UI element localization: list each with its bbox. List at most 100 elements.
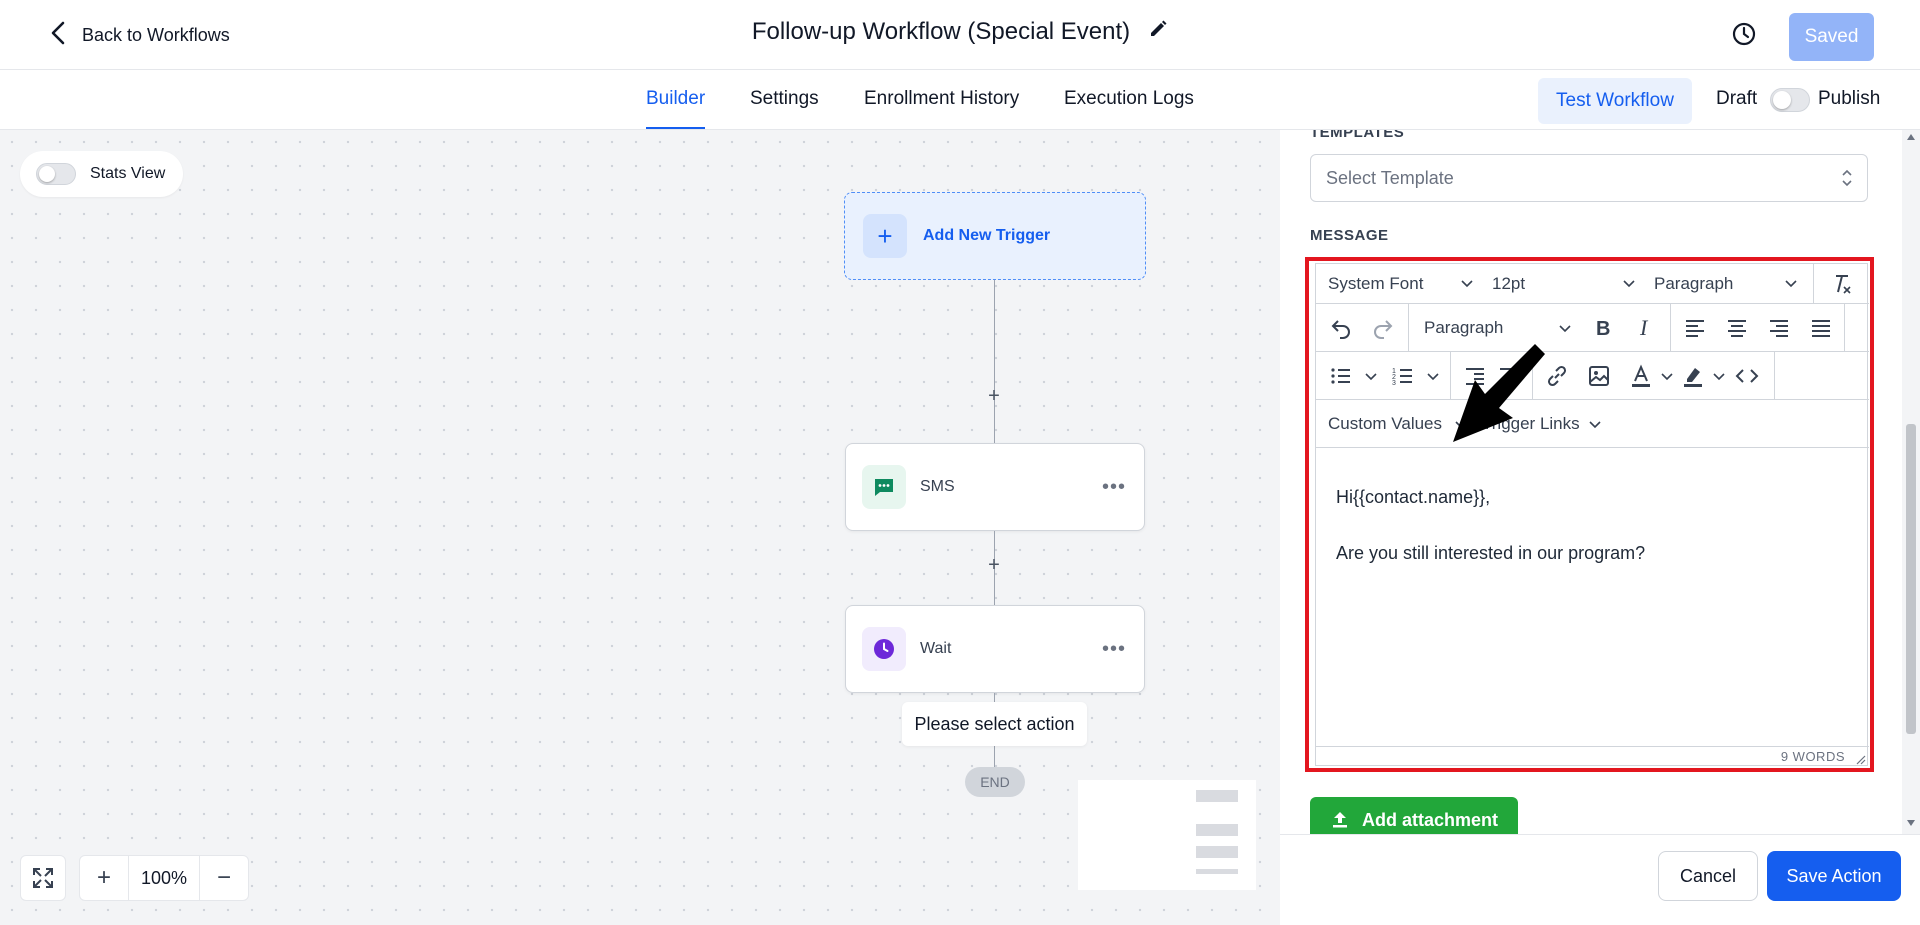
toolbar-row-4: Custom Values Trigger Links (1316, 400, 1869, 448)
link-icon[interactable] (1544, 363, 1570, 389)
word-count: 9 WORDS (1316, 746, 1869, 767)
sms-node[interactable]: SMS ••• (845, 443, 1145, 531)
bold-icon[interactable]: B (1590, 315, 1616, 341)
custom-values-dropdown[interactable]: Custom Values (1328, 414, 1442, 434)
minimap[interactable] (1078, 780, 1256, 890)
svg-text:3: 3 (1392, 380, 1396, 387)
back-label: Back to Workflows (82, 24, 230, 45)
message-label: MESSAGE (1310, 227, 1389, 244)
panel-scrollbar[interactable] (1902, 130, 1920, 834)
message-line: Hi{{contact.name}}, (1336, 487, 1491, 507)
template-select-value: Select Template (1326, 167, 1454, 188)
workflow-canvas[interactable]: Stats View + Add New Trigger + SMS ••• +… (0, 130, 1280, 925)
stats-view-label: Stats View (90, 165, 166, 182)
chevron-down-icon (1455, 421, 1467, 429)
chevron-down-icon[interactable] (1660, 372, 1674, 382)
resize-handle-icon[interactable] (1856, 755, 1866, 765)
cancel-button[interactable]: Cancel (1658, 851, 1758, 901)
zoom-in-button[interactable]: + (80, 856, 128, 900)
test-workflow-button[interactable]: Test Workflow (1538, 78, 1692, 124)
tabs-row: Builder Settings Enrollment History Exec… (0, 70, 1920, 130)
more-menu-icon[interactable]: ••• (1102, 476, 1126, 499)
plus-icon: + (863, 214, 907, 258)
clock-icon (862, 627, 906, 671)
align-left-icon[interactable] (1682, 315, 1708, 341)
trigger-links-dropdown[interactable]: Trigger Links (1482, 414, 1580, 434)
block-format-dropdown[interactable]: Paragraph (1654, 274, 1733, 294)
history-icon[interactable] (1730, 20, 1758, 48)
action-settings-panel: TEMPLATES Select Template MESSAGE System… (1280, 130, 1920, 925)
zoom-controls: + 100% − (79, 855, 249, 901)
active-tab-indicator (646, 127, 705, 129)
toolbar-separator (1450, 352, 1451, 400)
minimap-node (1196, 846, 1238, 858)
chevron-down-icon[interactable] (1426, 372, 1440, 382)
indent-icon[interactable] (1496, 363, 1522, 389)
toggle-knob (39, 166, 55, 182)
node-label: SMS (920, 478, 955, 495)
more-menu-icon[interactable]: ••• (1102, 638, 1126, 661)
add-step-plus-icon[interactable]: + (985, 555, 1003, 575)
templates-label: TEMPLATES (1310, 130, 1405, 141)
block-format-value: Paragraph (1654, 274, 1734, 293)
font-family-dropdown[interactable]: System Font (1328, 274, 1423, 294)
updown-chevron-icon (1842, 169, 1852, 187)
word-count-value: 9 WORDS (1780, 749, 1845, 764)
save-action-button[interactable]: Save Action (1767, 851, 1901, 901)
back-to-workflows-link[interactable]: Back to Workflows (48, 20, 230, 50)
chevron-down-icon (1461, 280, 1473, 288)
add-new-trigger-box[interactable]: + Add New Trigger (844, 192, 1146, 280)
chevron-down-icon[interactable] (1364, 372, 1378, 382)
redo-icon[interactable] (1370, 315, 1396, 341)
chevron-down-icon[interactable] (1712, 372, 1726, 382)
tab-execution-logs[interactable]: Execution Logs (1064, 88, 1194, 110)
text-color-icon[interactable] (1628, 363, 1654, 389)
svg-text:I: I (1639, 316, 1649, 340)
scroll-down-arrow-icon[interactable] (1907, 820, 1915, 826)
message-body-text[interactable]: Hi{{contact.name}}, Are you still intere… (1316, 461, 1869, 746)
undo-icon[interactable] (1328, 315, 1354, 341)
fit-view-button[interactable] (20, 855, 66, 901)
paragraph-dropdown[interactable]: Paragraph (1424, 318, 1503, 338)
zoom-out-button[interactable]: − (200, 856, 248, 900)
chevron-down-icon (1785, 280, 1797, 288)
font-size-dropdown[interactable]: 12pt (1492, 274, 1525, 294)
scroll-up-arrow-icon[interactable] (1907, 134, 1915, 140)
bullet-list-icon[interactable] (1328, 363, 1354, 389)
tab-builder[interactable]: Builder (646, 88, 705, 110)
message-editor: System Font 12pt Paragraph Paragraph B I… (1315, 263, 1869, 767)
tab-enrollment-history[interactable]: Enrollment History (864, 88, 1019, 110)
clear-formatting-icon[interactable] (1828, 271, 1854, 297)
minimap-node (1196, 869, 1238, 874)
numbered-list-icon[interactable]: 123 (1390, 363, 1416, 389)
image-icon[interactable] (1586, 363, 1612, 389)
scroll-thumb[interactable] (1906, 424, 1916, 734)
sms-icon (862, 465, 906, 509)
publish-toggle[interactable] (1770, 88, 1810, 112)
italic-icon[interactable]: I (1632, 315, 1658, 341)
add-attachment-button[interactable]: Add attachment (1310, 797, 1518, 834)
highlight-color-icon[interactable] (1680, 363, 1706, 389)
publish-label: Publish (1818, 88, 1881, 109)
align-right-icon[interactable] (1766, 315, 1792, 341)
tab-settings[interactable]: Settings (750, 88, 819, 110)
source-code-icon[interactable] (1734, 363, 1760, 389)
message-line: Are you still interested in our program? (1336, 543, 1646, 563)
end-marker: END (965, 767, 1025, 797)
stats-view-toggle[interactable] (36, 163, 76, 185)
stats-view-toggle-chip[interactable]: Stats View (20, 151, 183, 197)
align-center-icon[interactable] (1724, 315, 1750, 341)
add-step-plus-icon[interactable]: + (985, 386, 1003, 406)
workflow-title-wrap: Follow-up Workflow (Special Event) (0, 18, 1920, 46)
align-justify-icon[interactable] (1808, 315, 1834, 341)
saved-button[interactable]: Saved (1789, 13, 1874, 61)
wait-node[interactable]: Wait ••• (845, 605, 1145, 693)
template-select[interactable]: Select Template (1310, 154, 1868, 202)
panel-scroll-area: TEMPLATES Select Template MESSAGE System… (1280, 130, 1902, 834)
toolbar-separator (1670, 304, 1671, 352)
top-bar: Back to Workflows Follow-up Workflow (Sp… (0, 0, 1920, 70)
toolbar-separator (1813, 264, 1814, 304)
outdent-icon[interactable] (1462, 363, 1488, 389)
edit-pencil-icon[interactable] (1148, 18, 1168, 46)
trigger-links-label: Trigger Links (1482, 414, 1580, 433)
